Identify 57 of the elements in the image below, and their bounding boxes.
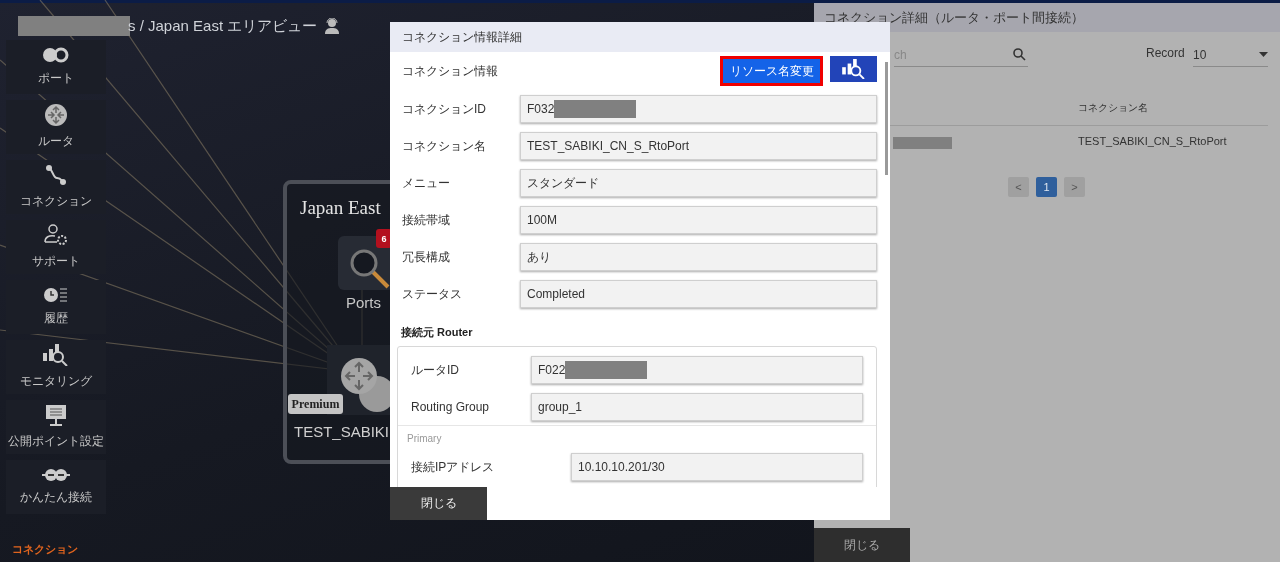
sidebar-item[interactable]: ルータ xyxy=(6,100,106,154)
field-label: Routing Group xyxy=(411,400,491,414)
circles-icon xyxy=(42,47,70,63)
field-label: 冗長構成 xyxy=(401,248,451,266)
scrollbar[interactable] xyxy=(885,62,888,175)
magnifier-icon xyxy=(350,249,390,289)
table-cell: TEST_SABIKI_CN_S_RtoPort xyxy=(1078,135,1227,147)
field-label: コネクション名 xyxy=(401,137,487,155)
value-field[interactable]: 10.10.10.201/30 xyxy=(571,453,863,481)
value-field[interactable]: F022 xyxy=(531,356,863,384)
node-label: TEST_SABIKI xyxy=(294,423,390,440)
value-field[interactable]: F032 xyxy=(520,95,877,123)
value-field[interactable]: あり xyxy=(520,243,877,271)
subsection-label: Primary xyxy=(407,433,443,444)
clock-list-icon xyxy=(44,287,68,303)
monitoring-button[interactable] xyxy=(830,56,877,82)
monitor-icon xyxy=(45,404,67,426)
section-label: コネクション xyxy=(11,542,79,557)
plug-icon xyxy=(42,468,70,482)
router-icon xyxy=(45,104,67,126)
dialog-title: コネクション情報詳細 xyxy=(390,22,890,52)
sidebar-item[interactable]: 公開ポイント設定 xyxy=(6,400,106,454)
value-field[interactable]: 100M xyxy=(520,206,877,234)
field-label: コネクションID xyxy=(401,100,487,118)
sidebar-item[interactable]: かんたん接続 xyxy=(6,460,106,514)
record-label: Record xyxy=(1146,46,1185,60)
search-icon xyxy=(1013,48,1026,61)
value-field[interactable]: group_1 xyxy=(531,393,863,421)
sidebar-item[interactable]: 履歴 xyxy=(6,280,106,334)
value-field[interactable]: Completed xyxy=(520,280,877,308)
section-title: 接続元 Router xyxy=(401,325,474,340)
close-button[interactable]: 閉じる xyxy=(814,528,910,562)
sidebar-item[interactable]: コネクション xyxy=(6,160,106,214)
field-label: ルータID xyxy=(411,361,460,379)
value-field[interactable]: スタンダード xyxy=(520,169,877,197)
chart-search-icon xyxy=(841,59,866,79)
plan-badge: Premium xyxy=(288,394,343,414)
close-button[interactable]: 閉じる xyxy=(390,487,487,520)
user-gear-icon xyxy=(44,224,68,246)
value-field[interactable]: TEST_SABIKI_CN_S_RtoPort xyxy=(520,132,877,160)
region-title: Japan East xyxy=(300,197,381,219)
breadcrumb: s / Japan East エリアビュー xyxy=(128,16,318,36)
record-select[interactable]: 10 xyxy=(1193,43,1268,67)
caret-icon xyxy=(1259,52,1268,57)
sidebar-item[interactable]: ポート xyxy=(6,40,106,94)
field-label: ステータス xyxy=(401,285,463,303)
field-label: メニュー xyxy=(401,174,451,192)
page-button[interactable]: 1 xyxy=(1036,177,1057,197)
field-label: 接続帯域 xyxy=(401,211,451,229)
rename-button[interactable]: リソース名変更 xyxy=(720,56,823,86)
column-header: コネクション名 xyxy=(1078,101,1148,115)
nodes-icon xyxy=(45,164,67,186)
node-label: Ports xyxy=(346,294,381,311)
field-label: 接続IPアドレス xyxy=(411,458,496,476)
chart-search-icon xyxy=(43,344,69,366)
user-headset-icon xyxy=(325,18,340,34)
section-title: コネクション情報 xyxy=(402,62,498,80)
